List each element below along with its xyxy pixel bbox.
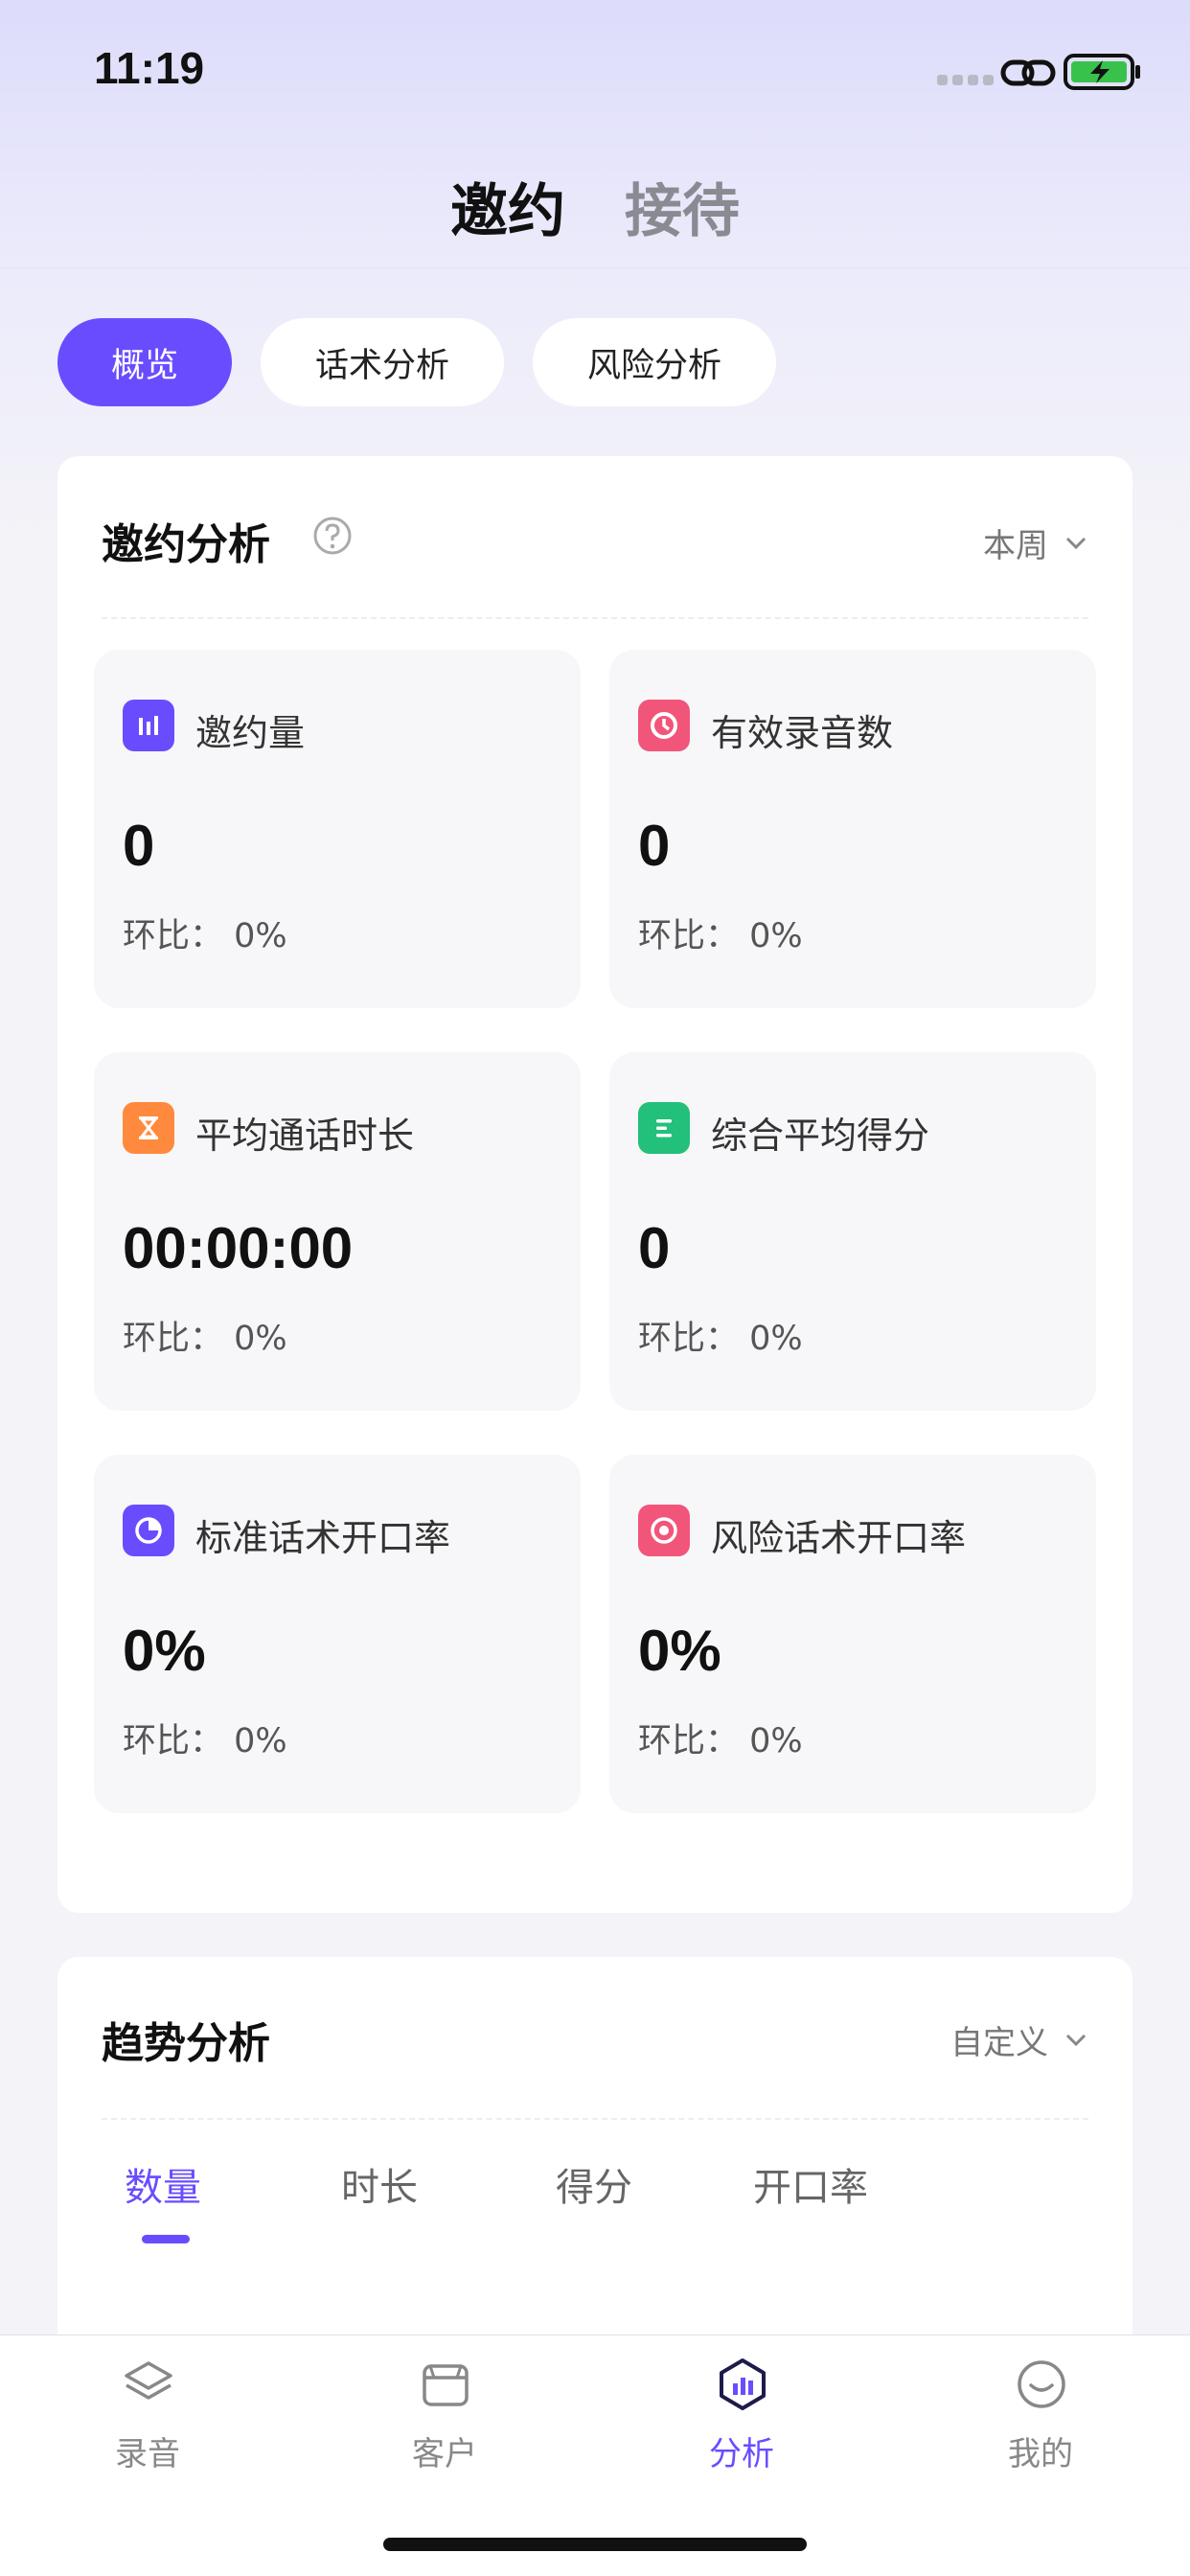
- nav-label: 客户: [412, 2435, 477, 2473]
- tab-reception[interactable]: 接待: [625, 165, 740, 248]
- stat-label: 标准话术开口率: [195, 1517, 451, 1559]
- active-tab-indicator: [142, 2235, 190, 2243]
- stat-label: 有效录音数: [711, 712, 894, 754]
- stat-label: 平均通话时长: [195, 1115, 415, 1157]
- stat-label: 风险话术开口率: [711, 1517, 967, 1559]
- tab-open-rate[interactable]: 开口率: [753, 2156, 868, 2212]
- period-label: 本周: [983, 527, 1048, 565]
- box-icon: [423, 2364, 469, 2406]
- trend-analysis-title: 趋势分析: [102, 2019, 270, 2068]
- signal-icon: [937, 75, 994, 85]
- stat-value: 0: [638, 814, 671, 878]
- top-header: 邀约 接待: [0, 144, 1190, 268]
- segment-overview[interactable]: 概览: [57, 318, 232, 406]
- segment-risk-analysis[interactable]: 风险分析: [533, 318, 776, 406]
- stat-value: 0: [638, 1216, 671, 1280]
- status-bar: 11:19: [0, 0, 1190, 144]
- period-select[interactable]: 本周: [983, 519, 1087, 566]
- divider: [102, 2118, 1088, 2120]
- bar-chart-icon: [123, 700, 174, 751]
- list-icon: [638, 1102, 690, 1154]
- nav-item-recordings[interactable]: 录音: [52, 2335, 243, 2489]
- stat-value: 0: [123, 814, 155, 878]
- chevron-down-icon: [1065, 2034, 1087, 2046]
- divider: [102, 617, 1088, 619]
- stat-ratio: 环比： 0%: [638, 1320, 803, 1358]
- clock-icon: [638, 700, 690, 751]
- nav-label: 录音: [115, 2435, 180, 2473]
- stat-ratio: 环比： 0%: [123, 1722, 287, 1760]
- stat-avg-call-duration: 平均通话时长 00:00:00 环比： 0%: [94, 1052, 581, 1411]
- tab-invite[interactable]: 邀约: [450, 165, 565, 248]
- nav-label: 分析: [709, 2435, 774, 2473]
- period-label: 自定义: [950, 2024, 1048, 2062]
- period-select-custom[interactable]: 自定义: [950, 2016, 1087, 2063]
- nav-item-customers[interactable]: 客户: [349, 2335, 540, 2489]
- tab-duration[interactable]: 时长: [341, 2156, 418, 2212]
- segment-script-analysis[interactable]: 话术分析: [261, 318, 504, 406]
- stat-risk-script-rate: 风险话术开口率 0% 环比： 0%: [609, 1455, 1096, 1813]
- stat-value: 0%: [638, 1619, 721, 1683]
- stat-ratio: 环比： 0%: [638, 1722, 803, 1760]
- tab-score[interactable]: 得分: [556, 2156, 632, 2212]
- home-indicator: [383, 2538, 807, 2551]
- stat-ratio: 环比： 0%: [638, 917, 803, 955]
- link-icon: [1000, 59, 1056, 86]
- stat-ratio: 环比： 0%: [123, 1320, 287, 1358]
- stat-label: 综合平均得分: [711, 1115, 930, 1157]
- stat-avg-score: 综合平均得分 0 环比： 0%: [609, 1052, 1096, 1411]
- invite-analysis-card: 邀约分析 本周 邀约量 0 环比： 0% 有效录音数 0 环比： 0% 平均通话…: [57, 456, 1133, 1913]
- profile-icon: [1018, 2360, 1065, 2408]
- chevron-down-icon: [1065, 537, 1087, 549]
- nav-item-analysis[interactable]: 分析: [646, 2335, 837, 2489]
- analysis-icon: [720, 2358, 766, 2410]
- layers-icon: [125, 2361, 172, 2400]
- stat-label: 邀约量: [195, 712, 306, 754]
- tab-quantity[interactable]: 数量: [125, 2156, 201, 2212]
- pie-icon: [123, 1505, 174, 1556]
- stat-valid-recordings: 有效录音数 0 环比： 0%: [609, 650, 1096, 1008]
- status-time: 11:19: [94, 43, 205, 93]
- battery-icon: [1064, 54, 1140, 90]
- help-icon[interactable]: [312, 516, 353, 556]
- stat-standard-script-rate: 标准话术开口率 0% 环比： 0%: [94, 1455, 581, 1813]
- stat-value: 0%: [123, 1619, 206, 1683]
- nav-item-profile[interactable]: 我的: [945, 2335, 1136, 2489]
- stat-ratio: 环比： 0%: [123, 917, 287, 955]
- invite-analysis-title: 邀约分析: [102, 520, 270, 569]
- hourglass-icon: [123, 1102, 174, 1154]
- target-icon: [638, 1505, 690, 1556]
- stat-invite-count: 邀约量 0 环比： 0%: [94, 650, 581, 1008]
- stat-value: 00:00:00: [123, 1216, 354, 1280]
- nav-label: 我的: [1008, 2435, 1073, 2473]
